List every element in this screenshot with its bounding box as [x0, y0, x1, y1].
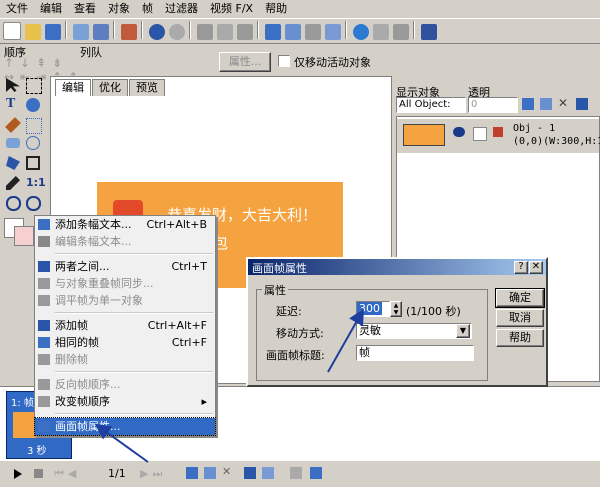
arrow-to-delay-field — [327, 308, 364, 373]
arrow-to-menu-item — [94, 423, 149, 463]
annotation-arrows — [94, 308, 364, 463]
